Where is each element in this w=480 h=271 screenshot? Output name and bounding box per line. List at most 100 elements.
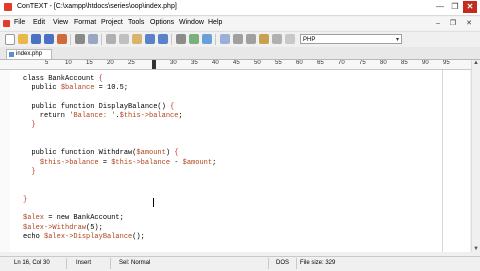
tab-label: index.php <box>16 51 42 57</box>
status-separator <box>110 258 111 269</box>
code-line <box>23 140 216 149</box>
ruler-label: 50 <box>254 60 261 66</box>
text-caret <box>153 198 154 207</box>
code-line: $this->balance = $this->balance - $amoun… <box>23 159 216 168</box>
status-separator <box>268 258 269 269</box>
indent-icon[interactable] <box>233 34 243 44</box>
title-bar: ConTEXT - [C:\xampp\htdocs\series\oop\in… <box>0 0 480 16</box>
scroll-down-icon[interactable]: ▼ <box>473 246 479 252</box>
code-line: echo $alex->DisplayBalance(); <box>23 233 216 242</box>
menu-tools[interactable]: Tools <box>128 19 144 26</box>
ruler-label: 10 <box>65 60 72 66</box>
menu-project[interactable]: Project <box>101 19 123 26</box>
code-line: $alex->Withdraw(5); <box>23 224 216 233</box>
toolbar-separator <box>70 34 71 45</box>
paste-icon[interactable] <box>132 34 142 44</box>
new-file-icon[interactable] <box>5 34 15 45</box>
status-position: Ln 16, Col 30 <box>14 260 50 266</box>
ruler-label: 60 <box>296 60 303 66</box>
tab-index-php[interactable]: index.php <box>6 49 52 59</box>
code-line <box>23 242 216 251</box>
status-line-ending: DOS <box>276 260 289 266</box>
ruler-label: 30 <box>170 60 177 66</box>
find-icon[interactable] <box>176 34 186 44</box>
ruler-label: 20 <box>107 60 114 66</box>
document-menu-icon[interactable] <box>3 20 10 27</box>
help-icon[interactable] <box>285 34 295 44</box>
menu-file[interactable]: File <box>14 19 25 26</box>
cut-icon[interactable] <box>106 34 116 44</box>
code-lines: class BankAccount { public $balance = 10… <box>23 75 216 252</box>
print-icon[interactable] <box>75 34 85 44</box>
toolbar-separator <box>215 34 216 45</box>
code-line: } <box>23 168 216 177</box>
toolbar-separator <box>171 34 172 45</box>
minimize-button[interactable]: — <box>433 1 447 13</box>
code-line: } <box>23 196 216 205</box>
code-line <box>23 187 216 196</box>
ruler-label: 25 <box>128 60 135 66</box>
code-line <box>23 94 216 103</box>
editor-gutter <box>0 70 10 252</box>
ruler-label: 90 <box>422 60 429 66</box>
ruler-label: 85 <box>401 60 408 66</box>
code-line: } <box>23 121 216 130</box>
toolbar: PHP ▾ <box>0 31 480 48</box>
vertical-scrollbar[interactable]: ▲ ▼ <box>471 60 480 252</box>
ruler-label: 70 <box>338 60 345 66</box>
menu-help[interactable]: Help <box>208 19 222 26</box>
menu-format[interactable]: Format <box>74 19 96 26</box>
ruler-label: 35 <box>191 60 198 66</box>
word-wrap-icon[interactable] <box>220 34 230 44</box>
code-line: public function DisplayBalance() { <box>23 103 216 112</box>
ruler-label: 15 <box>86 60 93 66</box>
menu-edit[interactable]: Edit <box>33 19 45 26</box>
right-margin-line <box>442 70 443 252</box>
ruler-label: 40 <box>212 60 219 66</box>
code-line: public function Withdraw($amount) { <box>23 149 216 158</box>
ruler-label: 55 <box>275 60 282 66</box>
menu-bar: File Edit View Format Project Tools Opti… <box>0 17 480 30</box>
close-button[interactable]: ✕ <box>463 1 477 13</box>
code-editor[interactable]: class BankAccount { public $balance = 10… <box>0 70 470 252</box>
ruler-label: 80 <box>380 60 387 66</box>
application-window: ConTEXT - [C:\xampp\htdocs\series\oop\in… <box>0 0 480 270</box>
status-file-size: File size: 329 <box>300 260 335 266</box>
outdent-icon[interactable] <box>246 34 256 44</box>
toolbar-separator <box>101 34 102 45</box>
save-all-icon[interactable] <box>44 34 54 44</box>
file-tab-bar: index.php <box>0 47 480 60</box>
menu-window[interactable]: Window <box>179 19 204 26</box>
maximize-button[interactable]: ❐ <box>448 1 462 13</box>
close-file-icon[interactable] <box>57 34 67 44</box>
document-window-controls[interactable]: – ❐ ✕ <box>436 19 476 27</box>
redo-icon[interactable] <box>158 34 168 44</box>
bookmark-icon[interactable] <box>259 34 269 44</box>
menu-options[interactable]: Options <box>150 19 174 26</box>
status-bar: Ln 16, Col 30 Insert Sel: Normal DOS Fil… <box>0 256 480 271</box>
undo-icon[interactable] <box>145 34 155 44</box>
ruler-label: 5 <box>45 60 48 66</box>
ruler-label: 95 <box>443 60 450 66</box>
app-logo-icon <box>4 3 12 11</box>
open-folder-icon[interactable] <box>18 34 28 44</box>
status-separator <box>296 258 297 269</box>
replace-icon[interactable] <box>202 34 212 44</box>
save-icon[interactable] <box>31 34 41 44</box>
print-preview-icon[interactable] <box>88 34 98 44</box>
highlighter-value: PHP <box>303 37 315 43</box>
chevron-down-icon: ▾ <box>396 35 399 45</box>
code-line <box>23 177 216 186</box>
find-next-icon[interactable] <box>189 34 199 44</box>
ruler-label: 45 <box>233 60 240 66</box>
ruler-label: 65 <box>317 60 324 66</box>
menu-view[interactable]: View <box>53 19 68 26</box>
settings-icon[interactable] <box>272 34 282 44</box>
code-line: return 'Balance: '.$this->balance; <box>23 112 216 121</box>
status-selection: Sel: Normal <box>119 260 150 266</box>
highlighter-select[interactable]: PHP ▾ <box>300 34 402 44</box>
code-line <box>23 131 216 140</box>
scroll-up-icon[interactable]: ▲ <box>473 60 479 66</box>
ruler-caret-marker <box>152 60 156 69</box>
copy-icon[interactable] <box>119 34 129 44</box>
